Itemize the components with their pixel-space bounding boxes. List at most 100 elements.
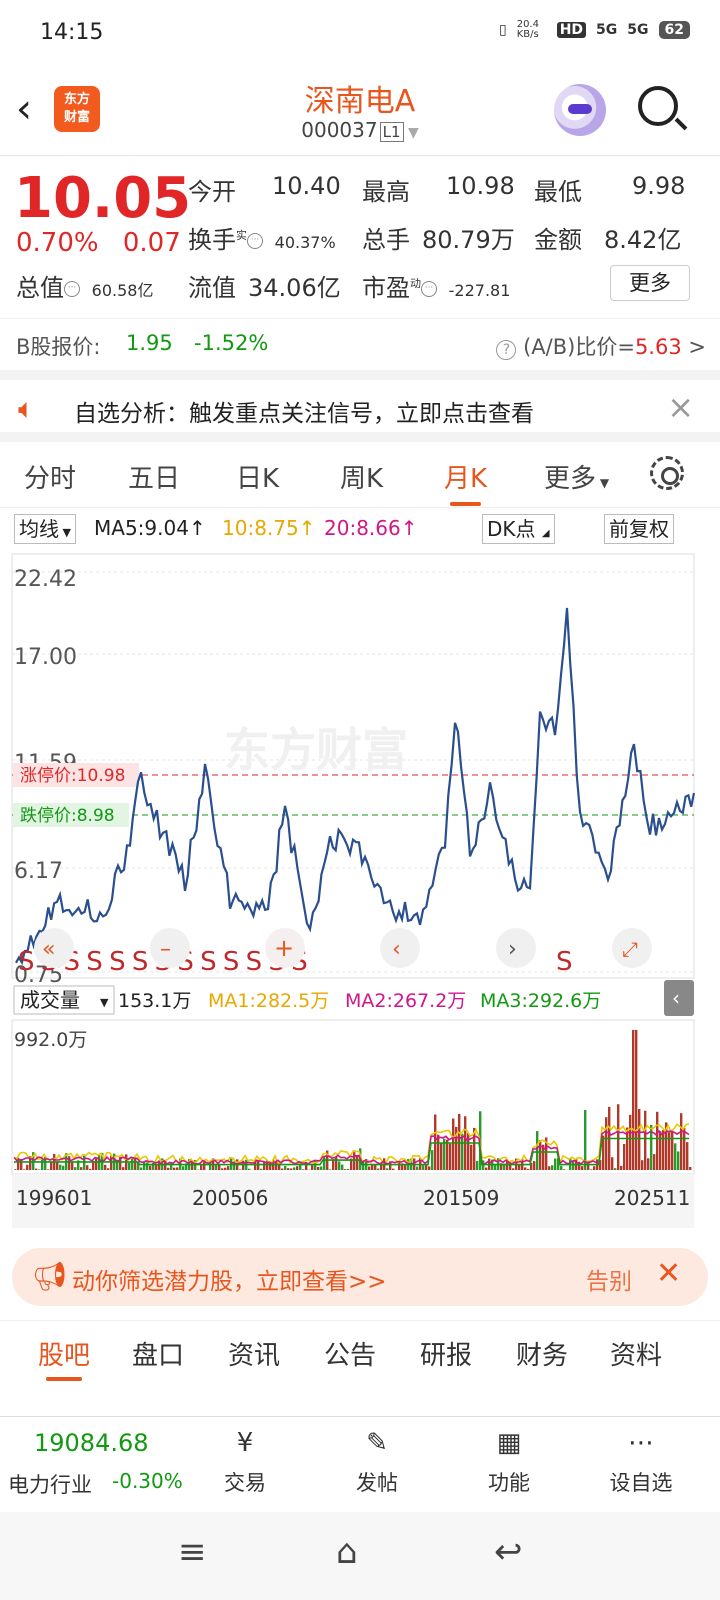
ma10-text: 10:8.75 xyxy=(222,516,299,540)
home-icon[interactable]: ⌂ xyxy=(336,1532,358,1572)
more-dots-icon[interactable]: ··· xyxy=(64,281,80,297)
volume-bar xyxy=(563,1169,566,1170)
volume-bar xyxy=(95,1158,98,1170)
kline-svg[interactable]: 东方财富 22.4217.0011.596.170.75 涨停价:10.98 跌… xyxy=(0,548,720,1238)
post-label: 发帖 xyxy=(356,1471,398,1495)
ab-ratio[interactable]: ? (A/B)比价=5.63 > xyxy=(496,331,706,361)
volume-bar xyxy=(404,1165,407,1170)
signal-icon: 5G xyxy=(596,22,618,38)
tab-five-day[interactable]: 五日 xyxy=(128,458,180,495)
float-mv-label: 流值 xyxy=(188,274,236,302)
tab-news[interactable]: 资讯 xyxy=(228,1335,280,1372)
total-market-value: 总值 ··· 60.58亿 xyxy=(16,268,153,303)
function-button[interactable]: ▦ 功能 xyxy=(464,1425,554,1497)
b-share-row[interactable]: B股报价: 1.95 -1.52% ? (A/B)比价=5.63 > xyxy=(0,318,720,370)
more-dots-icon[interactable]: ··· xyxy=(247,233,263,249)
limit-up-label: 涨停价:10.98 xyxy=(20,766,125,786)
analysis-alert[interactable]: 🔈︎ 自选分析：触发重点关注信号，立即点击查看 × xyxy=(0,370,720,442)
tab-more[interactable]: 更多 ▼ xyxy=(544,458,609,495)
tab-profile[interactable]: 资料 xyxy=(610,1335,662,1372)
stock-code-row[interactable]: 000037 L1 ▼ xyxy=(0,118,720,142)
volume-bar xyxy=(302,1169,305,1170)
trade-button[interactable]: ¥ 交易 xyxy=(200,1425,290,1497)
megaphone-icon: 📢︎ xyxy=(32,1260,68,1293)
volume-bar xyxy=(431,1150,434,1170)
pe-sup: 动 xyxy=(410,277,421,290)
volume-bar xyxy=(560,1165,563,1170)
low-label: 最低 xyxy=(534,178,582,206)
chevron-right-icon: › xyxy=(508,937,517,962)
x-label-1: 199601 xyxy=(16,1186,92,1210)
tab-pankou[interactable]: 盘口 xyxy=(132,1335,184,1372)
open-value: 10.40 xyxy=(272,172,341,200)
app-header: ‹ 东方财富 深南电A 000037 L1 ▼ xyxy=(0,68,720,156)
vibrate-icon: ▯ xyxy=(498,22,507,38)
volume-bar xyxy=(581,1166,584,1170)
close-icon[interactable]: ✕ xyxy=(656,1256,681,1291)
volume-bar xyxy=(341,1164,344,1170)
search-icon[interactable] xyxy=(638,86,678,126)
caret-down-icon: ▼ xyxy=(596,476,610,490)
volume-bar xyxy=(59,1164,62,1170)
volume-bar xyxy=(176,1167,179,1170)
adjust-button[interactable]: 前复权 xyxy=(604,514,674,544)
turnover-field: 换手实 ··· 40.37% xyxy=(188,220,336,255)
tab-weekly-k[interactable]: 周K xyxy=(340,458,383,495)
tab-intraday[interactable]: 分时 xyxy=(24,458,76,495)
volume-bar xyxy=(281,1168,284,1170)
volume-bar xyxy=(440,1142,443,1170)
high-label: 最高 xyxy=(362,178,410,206)
dk-point-selector[interactable]: DK点 ◢ xyxy=(482,514,555,544)
ma-indicator-row: 均线 ▼ MA5:9.04↑ 10:8.75↑ 20:8.66↑ DK点 ◢ 前… xyxy=(0,512,720,546)
alert-text: 自选分析：触发重点关注信号，立即点击查看 xyxy=(74,401,534,427)
tab-more-label: 更多 xyxy=(544,464,597,494)
volume-bar xyxy=(512,1168,515,1170)
volume-bar xyxy=(452,1118,455,1170)
current-price: 10.05 xyxy=(14,166,192,231)
tab-monthly-k[interactable]: 月K xyxy=(444,458,487,506)
tab-research[interactable]: 研报 xyxy=(420,1335,472,1372)
help-icon[interactable]: ? xyxy=(496,340,517,360)
promo-banner[interactable]: 📢︎ 动你筛选潜力股，立即查看>> 告别 ✕ xyxy=(12,1248,708,1306)
volume-bar xyxy=(14,1169,17,1170)
menu-icon[interactable]: ≡ xyxy=(178,1532,207,1572)
volume-bar xyxy=(461,1133,464,1170)
volume-bar xyxy=(683,1127,686,1170)
tab-finance[interactable]: 财务 xyxy=(516,1335,568,1372)
close-icon[interactable]: × xyxy=(667,388,694,426)
volume-bar xyxy=(344,1169,347,1170)
ma-selector[interactable]: 均线 ▼ xyxy=(14,514,76,544)
more-dots-icon[interactable]: ··· xyxy=(421,281,437,297)
volume-bar xyxy=(296,1166,299,1170)
volume-bar xyxy=(140,1167,143,1170)
tab-guba[interactable]: 股吧 xyxy=(38,1335,90,1381)
promo-dismiss-text[interactable]: 告别 xyxy=(586,1262,632,1296)
volume-value: 153.1万 xyxy=(118,990,191,1012)
battery-icon: 62 xyxy=(658,21,690,39)
volume-bar xyxy=(467,1133,470,1170)
stock-code: 000037 xyxy=(301,118,378,142)
quote-panel: 10.05 0.70% 0.07 总值 ··· 60.58亿 今开 10.40 最… xyxy=(0,158,720,318)
volume-bar xyxy=(662,1130,665,1170)
volume-bar xyxy=(416,1166,419,1170)
volume-bar xyxy=(23,1169,26,1170)
tab-announcements[interactable]: 公告 xyxy=(324,1335,376,1372)
float-mv-value: 34.06亿 xyxy=(248,274,341,302)
gear-icon[interactable] xyxy=(650,456,684,490)
volume-bar xyxy=(524,1167,527,1170)
back-nav-icon[interactable]: ↩ xyxy=(494,1532,523,1572)
assistant-robot-icon[interactable] xyxy=(554,84,606,136)
post-button[interactable]: ✎ 发帖 xyxy=(332,1425,422,1497)
add-watchlist-button[interactable]: ⋯ 设自选 xyxy=(596,1425,686,1497)
speaker-icon: 🔈︎ xyxy=(18,392,35,425)
edit-icon: ✎ xyxy=(366,1428,388,1458)
more-button[interactable]: 更多 xyxy=(610,265,690,301)
kline-chart-area[interactable]: 东方财富 22.4217.0011.596.170.75 涨停价:10.98 跌… xyxy=(0,548,720,1238)
volume-bar xyxy=(290,1168,293,1170)
turnover-sup: 实 xyxy=(236,229,247,242)
volume-bar xyxy=(107,1168,110,1170)
volume-bar xyxy=(533,1161,536,1170)
caret-down-icon: ▼ xyxy=(59,526,71,539)
volume-max-label: 992.0万 xyxy=(14,1029,87,1051)
tab-daily-k[interactable]: 日K xyxy=(236,458,279,495)
